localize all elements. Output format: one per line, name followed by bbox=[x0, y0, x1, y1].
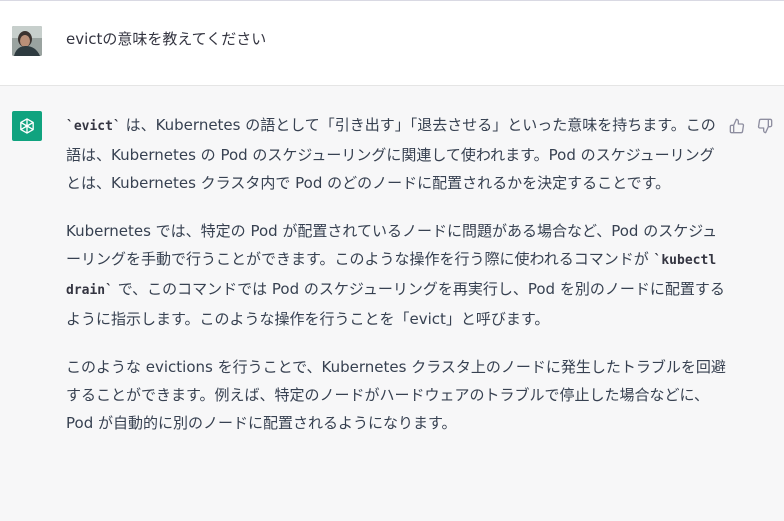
answer-paragraph: Kubernetes では、特定の Pod が配置されているノードに問題がある場… bbox=[66, 217, 726, 333]
thumbs-up-icon bbox=[729, 118, 745, 134]
paragraph-text: は、Kubernetes の語として「引き出す」「退去させる」といった意味を持ち… bbox=[66, 116, 716, 192]
inline-code: `evict` bbox=[66, 119, 121, 134]
user-message-row: evictの意味を教えてください bbox=[0, 1, 784, 86]
answer-paragraph: このような evictions を行うことで、Kubernetes クラスタ上の… bbox=[66, 353, 726, 437]
user-message-text: evictの意味を教えてください bbox=[66, 30, 267, 48]
thumbs-down-icon bbox=[757, 118, 773, 134]
paragraph-text: で、このコマンドでは Pod のスケジューリングを再実行し、Pod を別のノード… bbox=[66, 280, 725, 328]
thumbs-down-button[interactable] bbox=[754, 116, 776, 136]
thumbs-up-button[interactable] bbox=[726, 116, 748, 136]
user-avatar-photo bbox=[12, 26, 42, 56]
openai-logo-icon bbox=[12, 111, 42, 141]
paragraph-text: このような evictions を行うことで、Kubernetes クラスタ上の… bbox=[66, 358, 726, 432]
assistant-message-row: `evict` は、Kubernetes の語として「引き出す」「退去させる」と… bbox=[0, 86, 784, 521]
paragraph-text: Kubernetes では、特定の Pod が配置されているノードに問題がある場… bbox=[66, 222, 718, 268]
assistant-answer: `evict` は、Kubernetes の語として「引き出す」「退去させる」と… bbox=[66, 111, 726, 457]
user-avatar bbox=[12, 26, 42, 56]
feedback-buttons bbox=[726, 116, 776, 136]
answer-paragraph: `evict` は、Kubernetes の語として「引き出す」「退去させる」と… bbox=[66, 111, 726, 197]
